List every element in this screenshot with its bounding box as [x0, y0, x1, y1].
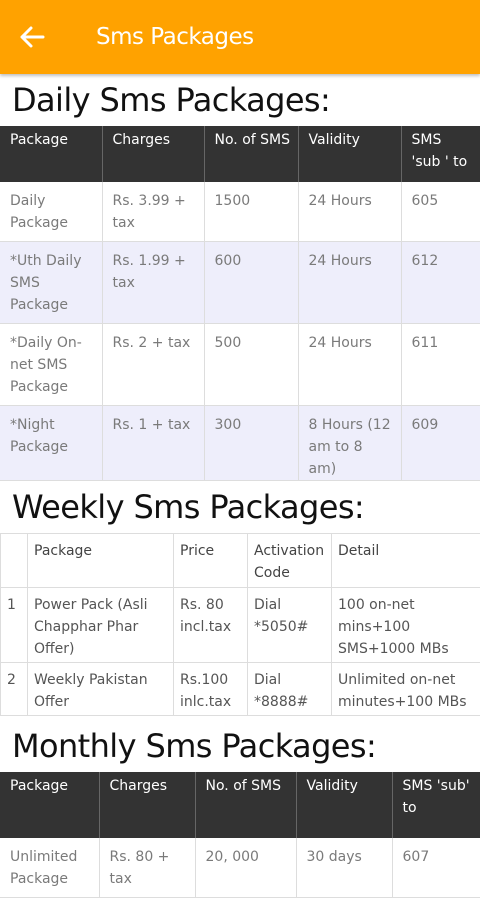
- table-cell: Rs. 2 + tax: [102, 323, 204, 405]
- table-cell: 100 on-net mins+100 SMS+1000 MBs: [332, 587, 480, 662]
- weekly-packages-table: Package Price Activation Code Detail 1 P…: [0, 533, 480, 716]
- content[interactable]: Daily Sms Packages: Package Charges No. …: [0, 74, 480, 898]
- header-cell: Activation Code: [248, 533, 332, 587]
- table-header-row: Package Charges No. of SMS Validity SMS …: [0, 772, 480, 838]
- header-cell: Validity: [296, 772, 392, 838]
- app-bar: Sms Packages: [0, 0, 480, 74]
- table-cell: 611: [401, 323, 480, 405]
- arrow-left-icon: [17, 22, 47, 52]
- table-row: Daily Package Rs. 3.99 + tax 1500 24 Hou…: [0, 182, 480, 241]
- table-cell: Dial *8888#: [248, 662, 332, 715]
- table-row: *Daily On-net SMS Package Rs. 2 + tax 50…: [0, 323, 480, 405]
- table-cell: 607: [392, 838, 480, 898]
- table-cell: 30 days: [296, 838, 392, 898]
- table-cell: *Daily On-net SMS Package: [0, 323, 102, 405]
- header-cell: Price: [174, 533, 248, 587]
- header-cell: Package: [0, 772, 99, 838]
- table-cell: 1: [1, 587, 28, 662]
- header-cell: No. of SMS: [195, 772, 296, 838]
- monthly-section-title: Monthly Sms Packages:: [0, 720, 480, 772]
- table-row: Unlimited Package Rs. 80 + tax 20, 000 3…: [0, 838, 480, 898]
- header-cell: Validity: [298, 126, 401, 182]
- table-cell: Rs. 1 + tax: [102, 405, 204, 480]
- table-cell: 24 Hours: [298, 241, 401, 323]
- table-cell: 605: [401, 182, 480, 241]
- table-cell: 20, 000: [195, 838, 296, 898]
- table-cell: 24 Hours: [298, 323, 401, 405]
- daily-packages-table: Package Charges No. of SMS Validity SMS …: [0, 126, 480, 481]
- table-row: *Uth Daily SMS Package Rs. 1.99 + tax 60…: [0, 241, 480, 323]
- table-cell: *Night Package: [0, 405, 102, 480]
- monthly-packages-table: Package Charges No. of SMS Validity SMS …: [0, 772, 480, 898]
- table-header-row: Package Price Activation Code Detail: [1, 533, 480, 587]
- table-cell: Rs. 1.99 + tax: [102, 241, 204, 323]
- table-cell: Unlimited Package: [0, 838, 99, 898]
- header-cell: Detail: [332, 533, 480, 587]
- table-cell: 612: [401, 241, 480, 323]
- table-cell: 600: [204, 241, 298, 323]
- header-cell: Package: [0, 126, 102, 182]
- header-cell: Package: [28, 533, 174, 587]
- header-cell: [1, 533, 28, 587]
- table-cell: Rs. 3.99 + tax: [102, 182, 204, 241]
- table-cell: 500: [204, 323, 298, 405]
- table-cell: *Uth Daily SMS Package: [0, 241, 102, 323]
- header-cell: SMS 'sub' to: [392, 772, 480, 838]
- weekly-section-title: Weekly Sms Packages:: [0, 481, 480, 533]
- table-cell: 2: [1, 662, 28, 715]
- table-cell: 8 Hours (12 am to 8 am): [298, 405, 401, 480]
- table-cell: Unlimited on-net minutes+100 MBs: [332, 662, 480, 715]
- table-cell: 300: [204, 405, 298, 480]
- table-row: 2 Weekly Pakistan Offer Rs.100 inlc.tax …: [1, 662, 480, 715]
- header-cell: Charges: [102, 126, 204, 182]
- table-row: 1 Power Pack (Asli Chapphar Phar Offer) …: [1, 587, 480, 662]
- table-cell: 609: [401, 405, 480, 480]
- table-cell: Daily Package: [0, 182, 102, 241]
- table-cell: Rs. 80 incl.tax: [174, 587, 248, 662]
- header-cell: SMS 'sub ' to: [401, 126, 480, 182]
- table-cell: Power Pack (Asli Chapphar Phar Offer): [28, 587, 174, 662]
- header-cell: No. of SMS: [204, 126, 298, 182]
- table-cell: Rs.100 inlc.tax: [174, 662, 248, 715]
- table-cell: 24 Hours: [298, 182, 401, 241]
- table-row: *Night Package Rs. 1 + tax 300 8 Hours (…: [0, 405, 480, 480]
- back-button[interactable]: [17, 22, 47, 52]
- header-cell: Charges: [99, 772, 195, 838]
- table-header-row: Package Charges No. of SMS Validity SMS …: [0, 126, 480, 182]
- table-cell: Rs. 80 + tax: [99, 838, 195, 898]
- page-title: Sms Packages: [96, 24, 254, 50]
- table-cell: Weekly Pakistan Offer: [28, 662, 174, 715]
- table-cell: 1500: [204, 182, 298, 241]
- table-cell: Dial *5050#: [248, 587, 332, 662]
- daily-section-title: Daily Sms Packages:: [0, 74, 480, 126]
